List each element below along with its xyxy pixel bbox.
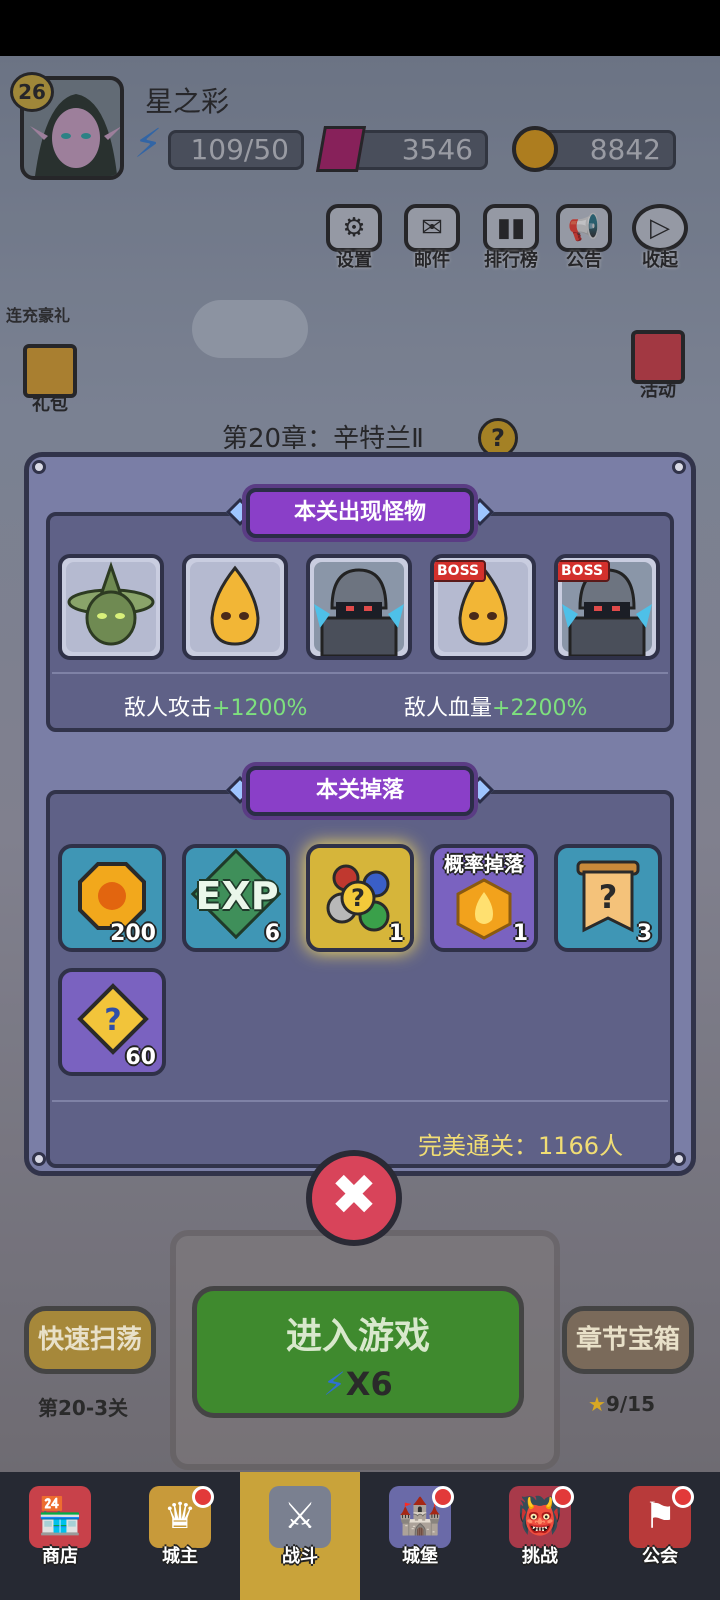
rivet-decoration xyxy=(672,1152,686,1166)
energy-cost: ⚡X6 xyxy=(323,1365,393,1403)
rivet-decoration xyxy=(32,1152,46,1166)
nav-guild[interactable]: ⚑ 公会 xyxy=(600,1472,720,1600)
drop-item[interactable]: 200 xyxy=(58,844,166,952)
drop-item[interactable]: ? 60 xyxy=(58,968,166,1076)
drop-item[interactable]: EXP 6 xyxy=(182,844,290,952)
chest-progress: ★9/15 xyxy=(588,1392,655,1416)
boss-badge: BOSS xyxy=(434,560,487,582)
boss-badge: BOSS xyxy=(558,560,611,582)
drop-item[interactable]: ? 1 xyxy=(306,844,414,952)
armored-knight-monster-icon xyxy=(314,568,404,656)
rivet-decoration xyxy=(32,460,46,474)
perfect-clear-count: 完美通关：1166人 xyxy=(418,1132,624,1160)
nav-castle[interactable]: 🏰 城堡 xyxy=(360,1472,480,1600)
notification-dot xyxy=(672,1486,694,1508)
star-icon: ★ xyxy=(588,1392,606,1416)
energy-icon: ⚡ xyxy=(323,1365,346,1403)
svg-text:?: ? xyxy=(351,884,365,912)
drop-item[interactable]: ? 3 xyxy=(554,844,662,952)
nav-shop[interactable]: 🏪 商店 xyxy=(0,1472,120,1600)
close-icon: ✖ xyxy=(330,1163,378,1228)
notification-dot xyxy=(432,1486,454,1508)
golden-fire-token-icon xyxy=(456,878,512,940)
crossed-swords-icon: ⚔ xyxy=(269,1486,331,1548)
chapter-chest-button[interactable]: 章节宝箱 xyxy=(562,1306,694,1374)
drops-section-title: 本关掉落 xyxy=(246,766,474,816)
green-slime-monster-icon xyxy=(67,561,155,646)
enemy-attack-stat: 敌人攻击+1200% xyxy=(124,696,308,721)
nav-challenge[interactable]: 👹 挑战 xyxy=(480,1472,600,1600)
mystery-scroll-icon: ? xyxy=(576,860,640,933)
enter-game-button[interactable]: 进入游戏 ⚡X6 xyxy=(192,1286,524,1418)
monster-slot[interactable]: BOSS xyxy=(430,554,536,660)
monster-slot[interactable]: BOSS xyxy=(554,554,660,660)
nav-lord[interactable]: ♛ 城主 xyxy=(120,1472,240,1600)
close-button[interactable]: ✖ xyxy=(306,1150,402,1246)
status-bar xyxy=(0,0,720,56)
drop-item[interactable]: 概率掉落 1 xyxy=(430,844,538,952)
monster-slot[interactable] xyxy=(58,554,164,660)
monster-slot[interactable] xyxy=(306,554,412,660)
shop-icon: 🏪 xyxy=(29,1486,91,1548)
nav-battle[interactable]: ⚔ 战斗 xyxy=(240,1472,360,1600)
divider xyxy=(52,1100,668,1102)
notification-dot xyxy=(552,1486,574,1508)
monsters-section-title: 本关出现怪物 xyxy=(246,488,474,538)
rivet-decoration xyxy=(672,460,686,474)
quick-sweep-button[interactable]: 快速扫荡 xyxy=(24,1306,156,1374)
notification-dot xyxy=(192,1486,214,1508)
svg-text:?: ? xyxy=(104,1003,121,1038)
divider xyxy=(52,672,668,674)
chance-drop-label: 概率掉落 xyxy=(444,852,524,876)
fire-spirit-monster-icon xyxy=(210,565,260,646)
sweep-stage-label: 第20-3关 xyxy=(38,1396,129,1420)
monster-slot[interactable] xyxy=(182,554,288,660)
svg-text:?: ? xyxy=(599,878,618,916)
enemy-hp-stat: 敌人血量+2200% xyxy=(404,696,588,721)
